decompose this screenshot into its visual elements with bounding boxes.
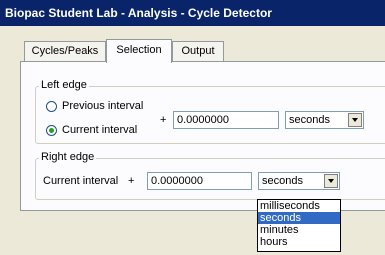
left-edge-plus: + bbox=[160, 114, 167, 126]
unit-option-hours[interactable]: hours bbox=[258, 236, 340, 248]
unit-option-minutes[interactable]: minutes bbox=[258, 224, 340, 236]
current-interval-label[interactable]: Current interval bbox=[62, 124, 137, 137]
unit-option-milliseconds[interactable]: milliseconds bbox=[258, 200, 340, 212]
right-edge-group: Right edge Current interval + 0.0000000 … bbox=[35, 151, 385, 200]
unit-dropdown-list: milliseconds seconds minutes hours bbox=[257, 199, 341, 252]
tab-cycles-peaks[interactable]: Cycles/Peaks bbox=[24, 41, 106, 62]
left-edge-offset-input[interactable]: 0.0000000 bbox=[173, 111, 279, 129]
tab-selection[interactable]: Selection bbox=[106, 39, 172, 63]
right-edge-unit-select[interactable]: seconds bbox=[258, 172, 340, 190]
right-edge-offset-input[interactable]: 0.0000000 bbox=[147, 172, 252, 190]
left-edge-unit-select[interactable]: seconds bbox=[285, 111, 364, 129]
unit-option-seconds[interactable]: seconds bbox=[258, 212, 340, 224]
left-edge-group: Left edge Previous interval Current inte… bbox=[35, 79, 385, 144]
right-edge-plus: + bbox=[128, 175, 135, 187]
current-interval-radio[interactable] bbox=[46, 125, 57, 136]
tab-output[interactable]: Output bbox=[172, 41, 224, 62]
right-edge-legend: Right edge bbox=[39, 151, 97, 164]
chevron-down-icon[interactable] bbox=[324, 174, 338, 188]
right-edge-current-interval-label: Current interval bbox=[43, 175, 119, 187]
tab-panel: Left edge Previous interval Current inte… bbox=[20, 61, 385, 211]
right-edge-unit-value: seconds bbox=[262, 175, 303, 187]
chevron-down-icon[interactable] bbox=[348, 113, 362, 127]
left-edge-unit-value: seconds bbox=[289, 114, 330, 126]
previous-interval-radio[interactable] bbox=[46, 101, 57, 112]
window-title: Biopac Student Lab - Analysis - Cycle De… bbox=[0, 0, 385, 26]
left-edge-legend: Left edge bbox=[39, 79, 89, 92]
previous-interval-label[interactable]: Previous interval bbox=[62, 100, 143, 113]
